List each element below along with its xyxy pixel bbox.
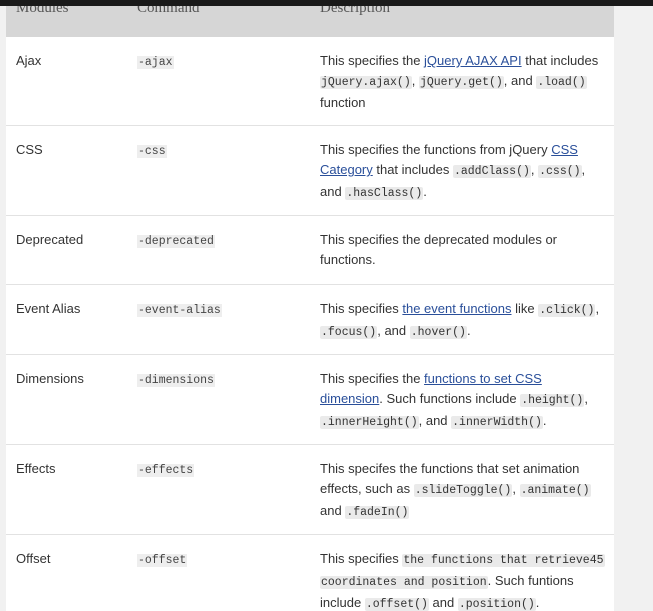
header-modules: Modules	[16, 6, 69, 16]
module-name: Ajax	[16, 53, 42, 68]
desc-text: effects, such as	[320, 481, 414, 496]
event-functions-link[interactable]: the event functions	[402, 301, 511, 316]
css-category-link[interactable]: Category	[320, 162, 373, 177]
code-snippet: .innerHeight()	[320, 416, 419, 429]
table-row: CSS -css This specifies the functions fr…	[6, 126, 614, 216]
code-snippet: the functions that retrieve45	[402, 554, 605, 567]
desc-text: , and	[418, 413, 452, 428]
desc-text: and	[320, 503, 346, 518]
command-cell: -deprecated	[137, 230, 215, 252]
code-snippet: .offset()	[364, 598, 429, 611]
description: This specifies the deprecated modules or…	[320, 230, 605, 270]
description: This specifes the functions that set ani…	[320, 459, 605, 523]
desc-text: .	[466, 323, 471, 338]
desc-text: .	[542, 413, 547, 428]
desc-text: This specifies the functions from jQuery	[320, 142, 552, 157]
desc-text: function	[320, 95, 366, 110]
table-row: Offset -offset This specifies the functi…	[6, 535, 614, 611]
command-code: -offset	[137, 554, 188, 567]
desc-text: include	[320, 595, 365, 610]
css-dimension-link[interactable]: functions to set CSS	[424, 371, 542, 386]
desc-text: This specifes the functions that set ani…	[320, 461, 580, 476]
desc-text: This specifies the	[320, 53, 425, 68]
table-row: Effects -effects This specifes the funct…	[6, 445, 614, 535]
code-snippet: .load()	[536, 76, 587, 89]
module-name: Effects	[16, 461, 56, 476]
command-code: -dimensions	[137, 374, 215, 387]
code-snippet: .focus()	[320, 326, 378, 339]
header-command: Command	[137, 6, 200, 16]
command-code: -effects	[137, 464, 195, 477]
desc-text: ,	[512, 481, 520, 496]
description: This specifies the functions that retrie…	[320, 549, 605, 611]
code-snippet: .position()	[457, 598, 536, 611]
code-snippet: .height()	[520, 394, 585, 407]
command-cell: -effects	[137, 459, 195, 481]
desc-text: that includes	[521, 53, 599, 68]
desc-text: , and	[377, 323, 410, 338]
code-snippet: .click()	[538, 304, 596, 317]
command-code: -ajax	[137, 56, 174, 69]
desc-text: , and	[503, 73, 537, 88]
description: This specifies the functions from jQuery…	[320, 140, 605, 204]
table-row: Deprecated -deprecated This specifies th…	[6, 216, 614, 285]
command-cell: -offset	[137, 549, 188, 571]
desc-text: functions.	[320, 252, 376, 267]
command-cell: -css	[137, 140, 167, 162]
desc-text: This specifies	[320, 551, 403, 566]
desc-text: and	[320, 184, 346, 199]
modules-table: Modules Command Description Ajax -ajax T…	[6, 6, 614, 611]
desc-text: This specifies the	[320, 371, 425, 386]
code-snippet: coordinates and position	[320, 576, 488, 589]
code-snippet: jQuery.get()	[418, 76, 504, 89]
header-description: Description	[320, 6, 390, 16]
desc-text: . Such functions include	[379, 391, 521, 406]
description: This specifies the event functions like …	[320, 299, 605, 343]
code-snippet: jQuery.ajax()	[320, 76, 412, 89]
desc-text: ,	[411, 73, 419, 88]
code-snippet: .hasClass()	[345, 187, 424, 200]
code-snippet: .innerWidth()	[451, 416, 543, 429]
css-category-link[interactable]: CSS	[551, 142, 578, 157]
desc-text: ,	[595, 301, 600, 316]
module-name: Dimensions	[16, 371, 84, 386]
module-name: CSS	[16, 142, 43, 157]
jquery-ajax-api-link[interactable]: jQuery AJAX API	[424, 53, 522, 68]
table-row: Dimensions -dimensions This specifies th…	[6, 355, 614, 445]
desc-text: like	[511, 301, 539, 316]
desc-text: that includes	[372, 162, 453, 177]
css-dimension-link[interactable]: dimension	[320, 391, 379, 406]
command-cell: -dimensions	[137, 369, 215, 391]
module-name: Deprecated	[16, 232, 84, 247]
description: This specifies the functions to set CSS …	[320, 369, 605, 433]
desc-text: and	[428, 595, 458, 610]
code-snippet: .css()	[538, 165, 582, 178]
command-code: -css	[137, 145, 167, 158]
command-cell: -ajax	[137, 51, 174, 73]
command-cell: -event-alias	[137, 299, 222, 321]
desc-text: . Such funtions	[487, 573, 574, 588]
code-snippet: .slideToggle()	[413, 484, 513, 497]
description: This specifies the jQuery AJAX API that …	[320, 51, 605, 113]
code-snippet: .hover()	[409, 326, 467, 339]
table-header: Modules Command Description	[6, 6, 614, 37]
desc-text: .	[423, 184, 427, 199]
desc-text: This specifies the deprecated modules or	[320, 232, 558, 247]
table-row: Event Alias -event-alias This specifies …	[6, 285, 614, 355]
code-snippet: .animate()	[519, 484, 591, 497]
desc-text: ,	[581, 162, 586, 177]
code-snippet: .addClass()	[452, 165, 531, 178]
module-name: Offset	[16, 551, 51, 566]
command-code: -event-alias	[137, 304, 222, 317]
page-margin	[614, 6, 653, 611]
desc-text: ,	[584, 391, 588, 406]
desc-text: .	[535, 595, 540, 610]
table-row: Ajax -ajax This specifies the jQuery AJA…	[6, 37, 614, 126]
desc-text: This specifies	[320, 301, 403, 316]
command-code: -deprecated	[137, 235, 215, 248]
code-snippet: .fadeIn()	[345, 506, 410, 519]
module-name: Event Alias	[16, 301, 81, 316]
